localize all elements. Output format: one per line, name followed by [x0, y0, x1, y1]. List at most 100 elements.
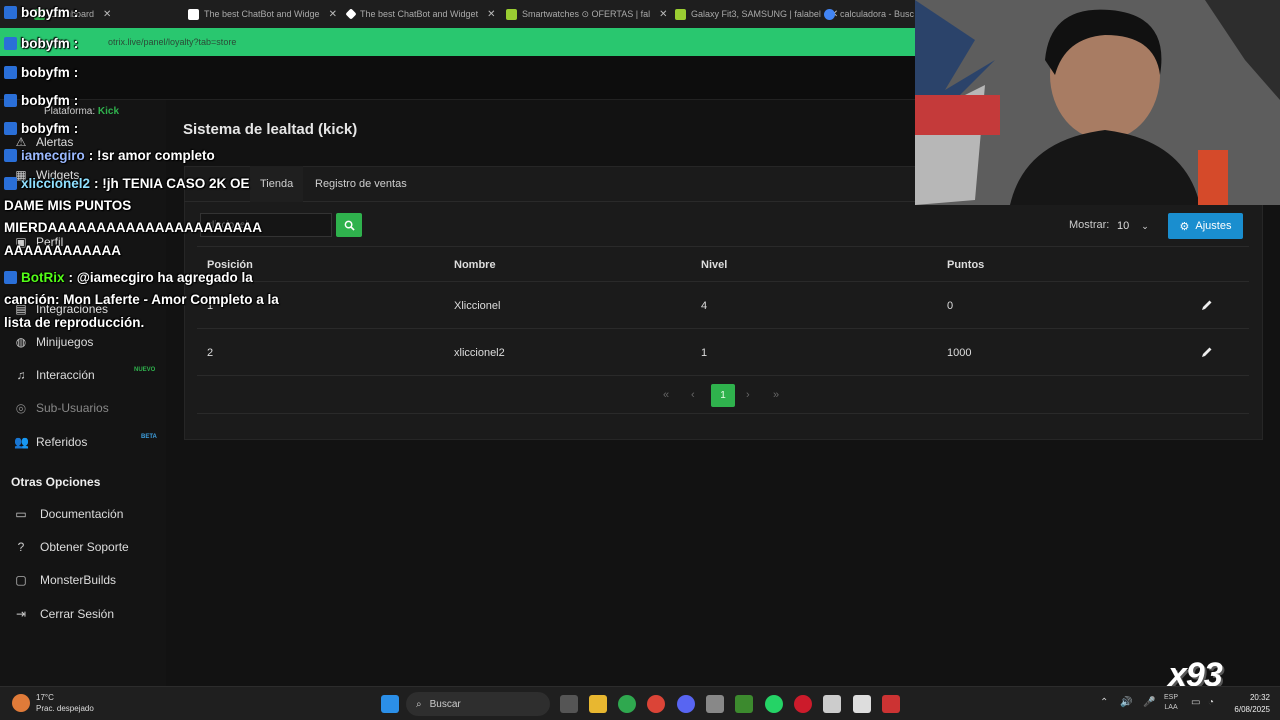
- search-icon: [344, 220, 355, 231]
- browser-tab[interactable]: The best ChatBot and Widge ✕: [182, 3, 337, 25]
- edit-icon[interactable]: [1200, 345, 1214, 359]
- clock[interactable]: 20:32 6/08/2025: [1222, 692, 1270, 716]
- sidebar-item-documentacion[interactable]: ▭ Documentación: [14, 507, 123, 521]
- address-bar[interactable]: otrix.live/panel/loyalty?tab=store: [0, 28, 915, 56]
- discord-icon[interactable]: [677, 695, 695, 713]
- tab-favicon-icon: [34, 8, 45, 20]
- whatsapp-icon[interactable]: [765, 695, 783, 713]
- chrome-icon[interactable]: [647, 695, 665, 713]
- search-input[interactable]: [200, 213, 332, 237]
- network-icon[interactable]: ◔: [1208, 697, 1214, 708]
- sidebar-item-widgets[interactable]: ▦ Widgets: [14, 168, 79, 182]
- page-button-current[interactable]: 1: [711, 384, 735, 407]
- gamepad-icon: ◍: [15, 335, 27, 349]
- task-view-icon[interactable]: [560, 695, 578, 713]
- gears-icon: ⚙: [1179, 220, 1190, 233]
- sidebar-item-alertas[interactable]: ⚠ Alertas: [14, 135, 74, 149]
- sidebar-item-cerrar-sesion[interactable]: ⇥ Cerrar Sesión: [14, 607, 114, 621]
- table-row: 2 xliccionel2 1 1000: [197, 329, 1249, 376]
- weather-widget[interactable]: 17°C Prac. despejado: [12, 692, 94, 714]
- taskbar-search[interactable]: ⌕ Buscar: [406, 692, 550, 716]
- cell-level: 1: [701, 347, 708, 359]
- browser-tab-bar: Dashboard ✕ The best ChatBot and Widge ✕…: [0, 0, 915, 28]
- sidebar-item-integraciones[interactable]: ▤ Integraciones: [14, 302, 108, 316]
- tab-tienda[interactable]: Tienda: [250, 166, 304, 202]
- app-icon[interactable]: [823, 695, 841, 713]
- site-top-nav: [0, 56, 915, 100]
- referrals-icon: 👥: [14, 435, 29, 449]
- app-icon[interactable]: [882, 695, 900, 713]
- taskbar: 17°C Prac. despejado ⌕ Buscar ⌃ 🔊 🎤 ESP …: [0, 686, 1280, 720]
- beta-badge: BETA: [141, 434, 157, 440]
- browser-tab[interactable]: The best ChatBot and Widget ✕: [341, 3, 496, 25]
- sidebar: [0, 100, 166, 686]
- settings-button[interactable]: ⚙ Ajustes: [1168, 213, 1243, 239]
- tab-close-icon[interactable]: ✕: [329, 9, 337, 20]
- profile-icon: ▣: [15, 235, 27, 249]
- tab-close-icon[interactable]: ✕: [659, 9, 667, 20]
- mic-icon[interactable]: 🎤: [1143, 697, 1155, 708]
- tab-close-icon[interactable]: ✕: [103, 9, 111, 20]
- integrations-icon: ▤: [15, 302, 27, 316]
- minecraft-icon[interactable]: [735, 695, 753, 713]
- cell-points: 1000: [947, 347, 972, 359]
- browser-tab[interactable]: Smartwatches ⊙ OFERTAS | fal ✕: [500, 3, 667, 25]
- sidebar-item-interaccion[interactable]: ♫ Interacción: [14, 368, 95, 382]
- windows-start-icon[interactable]: [381, 695, 399, 713]
- speaker-icon[interactable]: 🔊: [1120, 697, 1132, 708]
- first-page-icon[interactable]: «: [663, 384, 669, 406]
- sidebar-item-soporte[interactable]: ? Obtener Soporte: [14, 540, 129, 554]
- webcam-image: [915, 0, 1280, 205]
- tab-favicon-icon: [345, 8, 357, 20]
- file-explorer-icon[interactable]: [589, 695, 607, 713]
- widgets-icon: ▦: [15, 168, 27, 182]
- search-icon: ⌕: [416, 698, 422, 710]
- logout-icon: ⇥: [15, 607, 27, 621]
- cell-name: Xliccionel: [454, 300, 501, 312]
- cell-position: 2: [207, 347, 214, 359]
- browser-tab[interactable]: calculadora - Buscar: [818, 3, 914, 25]
- opera-icon[interactable]: [794, 695, 812, 713]
- edit-icon[interactable]: [1200, 298, 1214, 312]
- cell-position: 1: [207, 300, 214, 312]
- table-row: 1 Xliccionel 4 0: [197, 282, 1249, 329]
- column-header: Nombre: [454, 259, 496, 271]
- music-icon: ♫: [16, 368, 26, 382]
- sidebar-item-perfil[interactable]: ▣ Perfil: [14, 235, 63, 249]
- search-button[interactable]: [336, 213, 362, 237]
- chevron-up-icon[interactable]: ⌃: [1100, 697, 1108, 708]
- display-icon[interactable]: ▭: [1191, 697, 1200, 708]
- browser-tab[interactable]: Galaxy Fit3, SAMSUNG | falabel ✕: [669, 3, 838, 25]
- cell-level: 4: [701, 300, 708, 312]
- xbox-icon[interactable]: [618, 695, 636, 713]
- platform-label: Plataforma: Kick: [44, 106, 120, 117]
- platform-value: Kick: [97, 106, 120, 117]
- page-size-select[interactable]: 10 ⌄: [1112, 214, 1158, 238]
- url-text[interactable]: otrix.live/panel/loyalty?tab=store: [108, 37, 236, 47]
- sidebar-item-referidos[interactable]: 👥 Referidos: [14, 435, 87, 449]
- tab-favicon-icon: [188, 8, 199, 20]
- table-header: Posición Nombre Nivel Puntos: [197, 246, 1249, 282]
- tab-favicon-icon: [824, 8, 835, 20]
- webcam-overlay: [915, 0, 1280, 205]
- tab-favicon-icon: [506, 8, 517, 20]
- next-page-icon[interactable]: ›: [746, 384, 750, 406]
- sidebar-item-minijuegos[interactable]: ◍ Minijuegos: [14, 335, 94, 349]
- last-page-icon[interactable]: »: [773, 384, 779, 406]
- help-icon: ?: [17, 540, 25, 554]
- sidebar-item-monsterbuilds[interactable]: ▢ MonsterBuilds: [14, 573, 116, 587]
- column-header: Puntos: [947, 259, 985, 271]
- language-indicator[interactable]: ESP LAA: [1164, 693, 1178, 713]
- weather-icon: [12, 694, 30, 712]
- roblox-icon[interactable]: [853, 695, 871, 713]
- column-header: Nivel: [701, 259, 728, 271]
- cell-points: 0: [947, 300, 954, 312]
- sidebar-item-sub-usuarios[interactable]: ◎ Sub-Usuarios: [14, 401, 109, 415]
- tab-close-icon[interactable]: ✕: [487, 9, 495, 20]
- store-icon[interactable]: [706, 695, 724, 713]
- chevron-down-icon: ⌄: [1141, 220, 1149, 231]
- page-title: Sistema de lealtad (kick): [183, 121, 358, 138]
- browser-tab[interactable]: Dashboard ✕: [28, 3, 178, 25]
- prev-page-icon[interactable]: ‹: [691, 384, 695, 406]
- tab-registro-ventas[interactable]: Registro de ventas: [305, 166, 417, 202]
